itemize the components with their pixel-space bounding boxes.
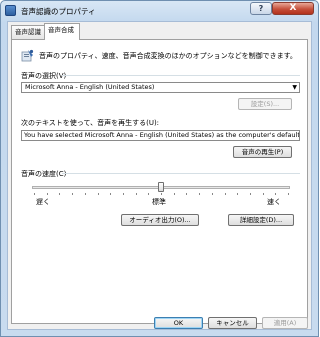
speed-normal-label: 標準 — [152, 198, 166, 206]
slider-tick — [72, 193, 74, 195]
slider-tick — [148, 193, 150, 195]
audio-output-button[interactable]: オーディオ出力(O)... — [121, 214, 199, 226]
properties-window: 音声認識のプロパティ ? X 音声認識 音声合成 音声のプロパティ、速度、音声合… — [0, 0, 319, 337]
slider-tick — [34, 193, 35, 195]
slider-tick — [288, 193, 289, 195]
slider-tick — [262, 193, 264, 195]
advanced-settings-button[interactable]: 詳細設定(D)... — [228, 214, 294, 226]
slider-tick — [59, 193, 61, 195]
voice-select[interactable]: Microsoft Anna - English (United States)… — [21, 82, 300, 93]
slider-tick — [122, 193, 124, 195]
apply-button[interactable]: 適用(A) — [262, 317, 308, 329]
preview-text-label: 次のテキストを使って、音声を再生する(U): — [21, 119, 160, 127]
slider-tick — [97, 193, 99, 195]
divider — [62, 75, 300, 76]
preview-text-input[interactable]: You have selected Microsoft Anna - Engli… — [21, 130, 300, 141]
slider-tick — [224, 193, 226, 195]
description-text: 音声のプロパティ、速度、音声合成変換のほかのオプションなどを制御できます。 — [39, 52, 297, 60]
dialog-client: 音声認識 音声合成 音声のプロパティ、速度、音声合成変換のほかのオプションなどを… — [7, 21, 312, 330]
chevron-down-icon: ▼ — [292, 84, 297, 91]
slider-tick — [161, 193, 162, 195]
slider-tick — [84, 193, 86, 195]
ok-button[interactable]: OK — [154, 317, 203, 329]
close-button[interactable]: X — [272, 2, 314, 15]
slider-tick — [237, 193, 239, 195]
speed-fast-label: 速く — [267, 198, 281, 206]
tab-text-to-speech[interactable]: 音声合成 — [44, 23, 80, 40]
slider-thumb[interactable] — [158, 182, 164, 192]
slider-tick — [186, 193, 188, 195]
slider-tick — [110, 193, 112, 195]
app-icon — [5, 5, 16, 16]
speed-slow-label: 遅く — [36, 198, 50, 206]
speech-properties-icon — [21, 49, 34, 62]
tab-speech-recognition[interactable]: 音声認識 — [11, 25, 45, 39]
slider-tick — [173, 193, 175, 195]
cancel-button[interactable]: キャンセル — [208, 317, 257, 329]
slider-tick — [46, 193, 48, 195]
voice-select-value: Microsoft Anna - English (United States) — [25, 83, 155, 91]
help-button[interactable]: ? — [250, 2, 272, 15]
speed-label: 音声の速度(C) — [21, 170, 67, 178]
tts-panel: 音声のプロパティ、速度、音声合成変換のほかのオプションなどを制御できます。 音声… — [11, 39, 308, 324]
slider-tick — [249, 193, 251, 195]
preview-voice-button[interactable]: 音声の再生(P) — [233, 146, 292, 158]
voice-select-label: 音声の選択(V) — [21, 72, 67, 80]
settings-button[interactable]: 設定(S)... — [238, 98, 292, 110]
slider-tick — [211, 193, 213, 195]
slider-tick — [199, 193, 201, 195]
divider — [62, 173, 300, 174]
title-bar[interactable]: 音声認識のプロパティ ? X — [1, 1, 318, 21]
slider-tick — [135, 193, 137, 195]
window-title: 音声認識のプロパティ — [21, 7, 96, 16]
slider-tick — [275, 193, 277, 195]
